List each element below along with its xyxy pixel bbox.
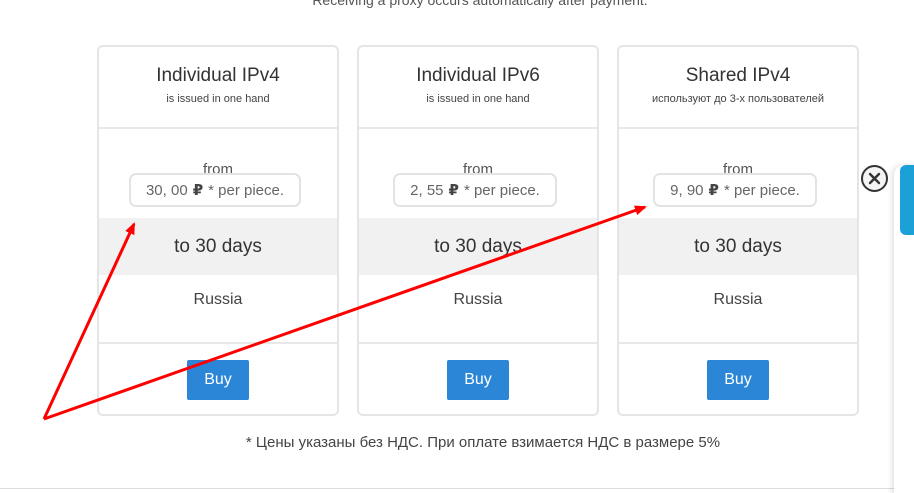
price-unit: * per piece.: [463, 181, 540, 199]
plan-header: Individual IPv4 is issued in one hand: [99, 47, 337, 129]
buy-button[interactable]: Buy: [447, 360, 509, 400]
plan-header: Individual IPv6 is issued in one hand: [359, 47, 597, 129]
proxy-country: Russia: [359, 275, 597, 344]
ruble-icon: ₽: [448, 182, 459, 199]
buy-area: Buy: [359, 344, 597, 414]
chat-widget-tab[interactable]: [900, 165, 914, 235]
plan-card-shared-ipv4: Shared IPv4 используют до 3-х пользовате…: [617, 45, 859, 416]
price-value: 30, 00: [145, 181, 188, 199]
price-area: from 30, 00 ₽ * per piece.: [99, 129, 337, 218]
close-icon[interactable]: [861, 165, 888, 192]
plan-header: Shared IPv4 используют до 3-х пользовате…: [619, 47, 857, 129]
price-area: from 9, 90 ₽ * per piece.: [619, 129, 857, 218]
plan-subtitle: используют до 3-х пользователей: [651, 93, 825, 105]
price-value: 2, 55: [410, 181, 444, 199]
buy-button[interactable]: Buy: [187, 360, 249, 400]
proxy-country: Russia: [99, 275, 337, 344]
rental-period: to 30 days: [619, 218, 857, 275]
price-unit: * per piece.: [723, 181, 800, 199]
plan-subtitle: is issued in one hand: [426, 93, 530, 105]
plan-title: Shared IPv4: [685, 65, 791, 86]
plan-title: Individual IPv6: [416, 65, 540, 86]
plan-card-individual-ipv4: Individual IPv4 is issued in one hand fr…: [97, 45, 339, 416]
page-divider: [0, 488, 914, 489]
price-unit: * per piece.: [208, 181, 285, 199]
ruble-icon: ₽: [708, 182, 719, 199]
rental-period: to 30 days: [99, 218, 337, 275]
ruble-icon: ₽: [192, 182, 204, 199]
price-box: 30, 00 ₽ * per piece.: [129, 173, 301, 207]
buy-area: Buy: [619, 344, 857, 414]
buy-area: Buy: [99, 344, 337, 414]
price-box: 9, 90 ₽ * per piece.: [653, 173, 817, 207]
proxy-country: Russia: [619, 275, 857, 344]
chat-widget-panel[interactable]: [894, 165, 914, 493]
buy-button[interactable]: Buy: [707, 360, 769, 400]
vat-note: * Цены указаны без НДС. При оплате взима…: [245, 434, 721, 451]
payment-info-text: Receiving a proxy occurs automatically a…: [312, 0, 648, 8]
plan-card-individual-ipv6: Individual IPv6 is issued in one hand fr…: [357, 45, 599, 416]
price-area: from 2, 55 ₽ * per piece.: [359, 129, 597, 218]
rental-period: to 30 days: [359, 218, 597, 275]
price-value: 9, 90: [670, 181, 704, 199]
plan-title: Individual IPv4: [156, 65, 280, 86]
plan-subtitle: is issued in one hand: [166, 93, 270, 105]
price-box: 2, 55 ₽ * per piece.: [393, 173, 557, 207]
